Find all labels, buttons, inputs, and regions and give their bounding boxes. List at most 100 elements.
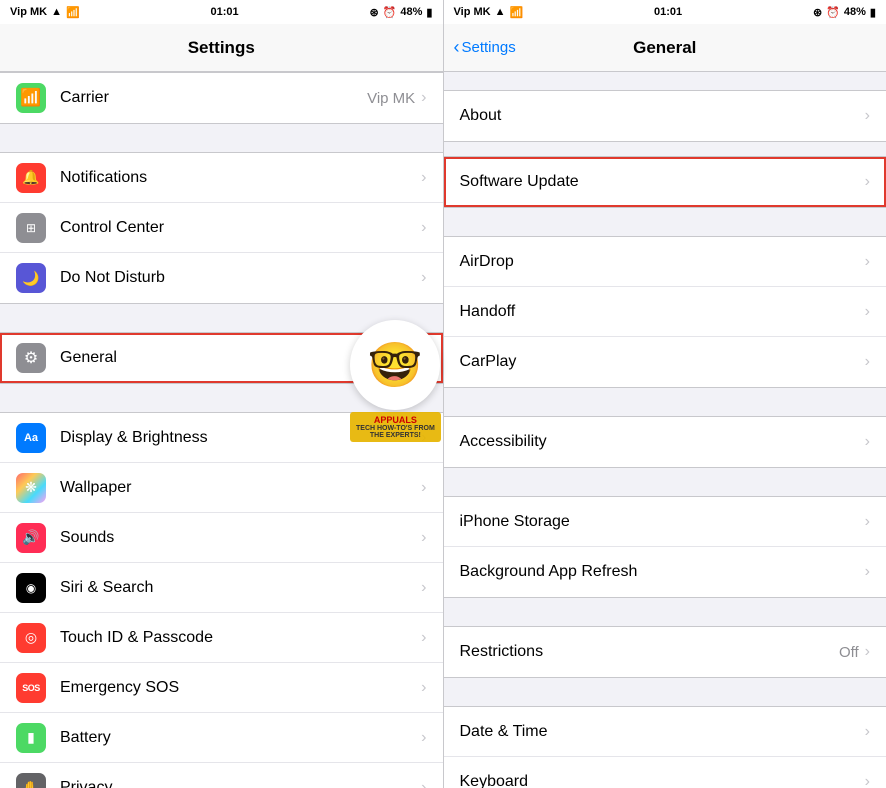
spacer-r4 <box>444 468 886 486</box>
settings-row-keyboard[interactable]: Keyboard › <box>444 757 886 788</box>
battery-percent-left: 48% <box>400 6 422 18</box>
settings-row-carplay[interactable]: CarPlay › <box>444 337 886 387</box>
notifications-group: 🔔 Notifications › ⊞ Control Center › 🌙 D… <box>0 152 443 304</box>
control-center-label: Control Center <box>60 219 421 237</box>
sounds-icon: 🔊 <box>16 523 46 553</box>
settings-row-about[interactable]: About › <box>444 91 886 141</box>
iphone-storage-label: iPhone Storage <box>460 513 865 531</box>
settings-row-emergency[interactable]: SOS Emergency SOS › <box>0 663 443 713</box>
nav-title-right: General <box>633 38 696 58</box>
notifications-label: Notifications <box>60 169 421 187</box>
settings-row-wallpaper[interactable]: ❋ Wallpaper › <box>0 463 443 513</box>
do-not-disturb-icon: 🌙 <box>16 263 46 293</box>
general-icon: ⚙ <box>16 343 46 373</box>
settings-row-airdrop[interactable]: AirDrop › <box>444 237 886 287</box>
spacer-2 <box>0 304 443 322</box>
nav-title-left: Settings <box>188 38 255 58</box>
privacy-label: Privacy <box>60 779 421 788</box>
carrier-group: 📶 Carrier Vip MK › <box>0 72 443 124</box>
settings-row-privacy[interactable]: ✋ Privacy › <box>0 763 443 788</box>
status-bar-left: Vip MK ▲ 📶 01:01 ⊛ ⏰ 48% ▮ <box>0 0 443 24</box>
accessibility-group: Accessibility › <box>444 416 886 468</box>
settings-row-accessibility[interactable]: Accessibility › <box>444 417 886 467</box>
siri-label: Siri & Search <box>60 579 421 597</box>
settings-row-software-update[interactable]: Software Update › <box>444 157 886 207</box>
settings-row-sounds[interactable]: 🔊 Sounds › <box>0 513 443 563</box>
general-chevron: › <box>421 349 426 367</box>
settings-row-notifications[interactable]: 🔔 Notifications › <box>0 153 443 203</box>
about-group: About › <box>444 90 886 142</box>
about-label: About <box>460 107 865 125</box>
accessibility-chevron: › <box>865 433 870 451</box>
alarm-icon-right: ⏰ <box>826 6 840 19</box>
software-update-group: Software Update › <box>444 156 886 208</box>
back-button[interactable]: ‹ Settings <box>454 37 516 58</box>
settings-row-datetime[interactable]: Date & Time › <box>444 707 886 757</box>
signal-icon: ▲ <box>51 6 62 18</box>
handoff-chevron: › <box>865 303 870 321</box>
battery-percent-right: 48% <box>844 6 866 18</box>
carrier-label: Vip MK <box>10 6 47 18</box>
wallpaper-chevron: › <box>421 479 426 497</box>
settings-row-handoff[interactable]: Handoff › <box>444 287 886 337</box>
restrictions-value: Off <box>839 644 859 661</box>
status-left: Vip MK ▲ 📶 <box>10 6 80 19</box>
status-time-left: 01:01 <box>211 6 239 18</box>
handoff-label: Handoff <box>460 303 865 321</box>
alarm-icon: ⏰ <box>383 6 397 19</box>
status-right-left: ⊛ ⏰ 48% ▮ <box>369 6 432 19</box>
airdrop-label: AirDrop <box>460 253 865 271</box>
carrier-value: Vip MK <box>367 90 415 107</box>
emergency-icon: SOS <box>16 673 46 703</box>
settings-row-carrier[interactable]: 📶 Carrier Vip MK › <box>0 73 443 123</box>
carrier-chevron: › <box>421 89 426 107</box>
back-label: Settings <box>462 39 516 56</box>
emergency-chevron: › <box>421 679 426 697</box>
left-scroll[interactable]: 📶 Carrier Vip MK › 🔔 Notifications › ⊞ C… <box>0 72 443 788</box>
settings-row-background-refresh[interactable]: Background App Refresh › <box>444 547 886 597</box>
restrictions-label: Restrictions <box>460 643 839 661</box>
carrier-icon-symbol: 📶 <box>20 88 41 108</box>
settings-row-restrictions[interactable]: Restrictions Off › <box>444 627 886 677</box>
restrictions-chevron: › <box>865 643 870 661</box>
left-panel: Vip MK ▲ 📶 01:01 ⊛ ⏰ 48% ▮ Settings 📶 Ca… <box>0 0 443 788</box>
settings-row-touchid[interactable]: ◎ Touch ID & Passcode › <box>0 613 443 663</box>
touchid-chevron: › <box>421 629 426 647</box>
status-left-right: Vip MK ▲ 📶 <box>454 6 524 19</box>
settings-row-iphone-storage[interactable]: iPhone Storage › <box>444 497 886 547</box>
wifi-icon-right: 📶 <box>509 6 523 19</box>
settings-row-battery[interactable]: ▮ Battery › <box>0 713 443 763</box>
touchid-icon: ◎ <box>16 623 46 653</box>
restrictions-group: Restrictions Off › <box>444 626 886 678</box>
display-icon: Aa <box>16 423 46 453</box>
settings-row-display[interactable]: Aa Display & Brightness › <box>0 413 443 463</box>
battery-icon-left: ▮ <box>426 6 432 19</box>
settings-row-general[interactable]: ⚙ General › <box>0 333 443 383</box>
spacer-r6 <box>444 678 886 696</box>
spacer-r0 <box>444 72 886 80</box>
wallpaper-label: Wallpaper <box>60 479 421 497</box>
sounds-chevron: › <box>421 529 426 547</box>
signal-icon-right: ▲ <box>495 6 506 18</box>
battery-icon-right: ▮ <box>870 6 876 19</box>
nav-bar-left: Settings <box>0 24 443 72</box>
notifications-chevron: › <box>421 169 426 187</box>
privacy-icon: ✋ <box>16 773 46 788</box>
carrier-icon: 📶 <box>16 83 46 113</box>
settings-row-do-not-disturb[interactable]: 🌙 Do Not Disturb › <box>0 253 443 303</box>
datetime-label: Date & Time <box>460 723 865 741</box>
carrier-label-row: Carrier <box>60 89 367 107</box>
right-panel: Vip MK ▲ 📶 01:01 ⊛ ⏰ 48% ▮ ‹ Settings Ge… <box>444 0 886 788</box>
battery-chevron: › <box>421 729 426 747</box>
carrier-label-right: Vip MK <box>454 6 491 18</box>
airdrop-chevron: › <box>865 253 870 271</box>
settings-row-siri[interactable]: ◉ Siri & Search › <box>0 563 443 613</box>
software-update-label: Software Update <box>460 173 865 191</box>
spacer-1 <box>0 124 443 142</box>
settings-row-control-center[interactable]: ⊞ Control Center › <box>0 203 443 253</box>
right-scroll[interactable]: About › Software Update › AirDrop › Hand… <box>444 72 886 788</box>
keyboard-label: Keyboard <box>460 773 865 788</box>
control-center-icon: ⊞ <box>16 213 46 243</box>
accessibility-label: Accessibility <box>460 433 865 451</box>
background-refresh-chevron: › <box>865 563 870 581</box>
